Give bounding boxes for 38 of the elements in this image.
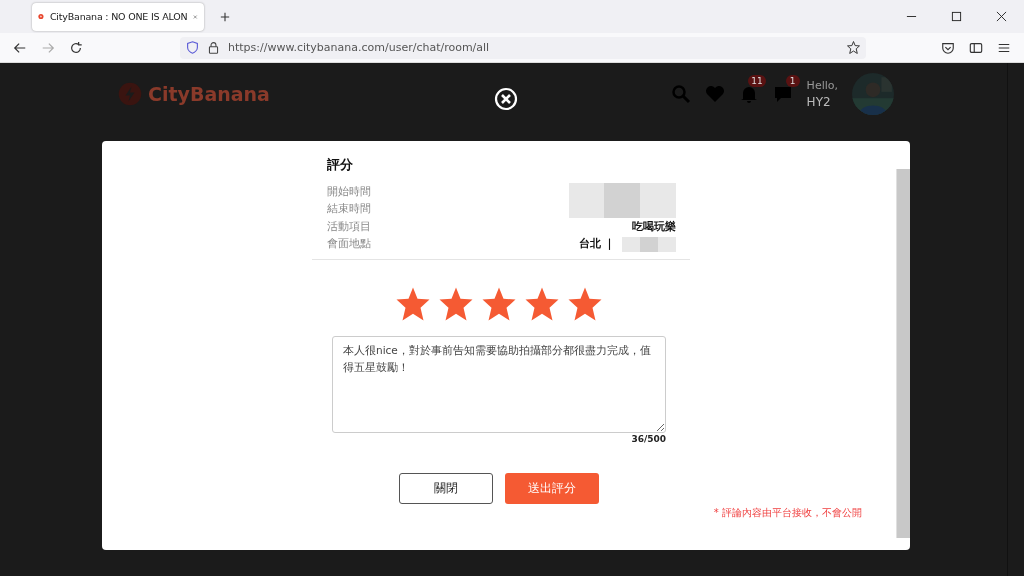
detail-value: 台北 ｜ bbox=[578, 237, 616, 252]
comment-field[interactable]: 本人很nice，對於事前告知需要協助拍攝部分都很盡力完成，值得五星鼓勵！ bbox=[332, 336, 666, 433]
detail-label: 開始時間 bbox=[326, 184, 371, 199]
detail-label: 活動項目 bbox=[326, 219, 371, 234]
forward-icon[interactable] bbox=[41, 40, 55, 55]
notice-text: * 評論內容由平台接收，不會公開 bbox=[713, 506, 862, 520]
browser-tab[interactable]: CityBanana : NO ONE IS ALON bbox=[32, 2, 204, 31]
star-rating[interactable] bbox=[395, 286, 603, 322]
star-icon[interactable] bbox=[524, 286, 560, 322]
detail-label: 結束時間 bbox=[326, 202, 371, 217]
tab-title: CityBanana : NO ONE IS ALON bbox=[49, 11, 188, 22]
notification-badge: 11 bbox=[748, 75, 766, 87]
close-icon[interactable] bbox=[996, 11, 1007, 22]
scrollbar[interactable] bbox=[896, 169, 910, 538]
lock-icon bbox=[207, 41, 220, 54]
sidebar-icon[interactable] bbox=[969, 40, 983, 55]
star-icon[interactable] bbox=[395, 286, 431, 322]
back-icon[interactable] bbox=[13, 40, 27, 55]
character-counter: 36/500 bbox=[631, 434, 666, 444]
maximize-icon[interactable] bbox=[951, 11, 962, 22]
star-icon[interactable] bbox=[481, 286, 517, 322]
shield-icon bbox=[186, 41, 199, 54]
detail-value: 吃喝玩樂 bbox=[631, 219, 676, 234]
greeting-text: Hello, bbox=[806, 78, 838, 94]
message-badge: 1 bbox=[785, 75, 800, 87]
detail-label: 會面地點 bbox=[326, 237, 371, 252]
close-button[interactable]: 關閉 bbox=[399, 473, 493, 504]
pocket-icon[interactable] bbox=[941, 40, 955, 55]
star-icon[interactable] bbox=[567, 286, 603, 322]
url-text: https://www.citybanana.com/user/chat/room/all bbox=[228, 41, 490, 54]
logo-icon bbox=[118, 82, 142, 106]
username: HY2 bbox=[806, 94, 832, 110]
reload-icon[interactable] bbox=[69, 40, 83, 55]
new-tab-icon[interactable] bbox=[220, 11, 230, 22]
bookmark-star-icon[interactable] bbox=[847, 41, 860, 54]
address-bar[interactable]: https://www.citybanana.com/user/chat/room/all bbox=[180, 36, 866, 59]
dialog-title: 評分 bbox=[326, 156, 354, 174]
star-icon[interactable] bbox=[438, 286, 474, 322]
